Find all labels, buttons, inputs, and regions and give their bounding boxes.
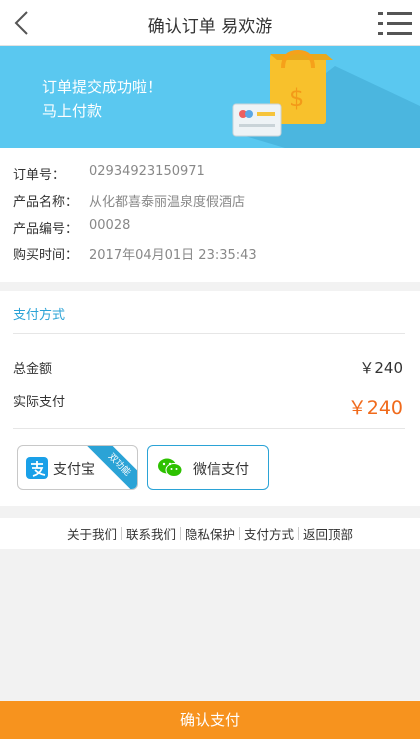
footer-link-payment[interactable]: 支付方式 <box>240 524 298 543</box>
purchase-time-value: 2017年04月01日 23:35:43 <box>89 248 257 263</box>
product-code-row: 产品编号： 00028 <box>13 218 130 238</box>
order-info: 订单号： 02934923150971 产品名称： 从化都喜泰丽温泉度假酒店 产… <box>0 148 420 282</box>
total-amount-label: 总金额 <box>13 362 53 377</box>
product-name-label: 产品名称： <box>13 195 79 210</box>
footer-link-contact[interactable]: 联系我们 <box>122 524 180 543</box>
banner-pay-prompt: 马上付款 <box>42 102 103 120</box>
order-number-value: 02934923150971 <box>89 164 205 179</box>
payment-method-title: 支付方式 <box>13 308 66 323</box>
wechat-pay-label: 微信支付 <box>193 462 249 478</box>
wechat-pay-button[interactable]: 微信支付 <box>147 445 269 490</box>
menu-icon[interactable] <box>378 10 412 38</box>
divider <box>13 333 405 334</box>
alipay-label: 支付宝 <box>53 462 95 478</box>
alipay-button[interactable]: 支付宝 双功能 <box>17 445 138 490</box>
footer-links: 关于我们 联系我们 隐私保护 支付方式 返回顶部 <box>0 518 420 549</box>
page-title: 确认订单 易欢游 <box>147 17 273 37</box>
order-number-label: 订单号： <box>13 168 66 183</box>
purchase-time-row: 购买时间： 2017年04月01日 23:35:43 <box>13 244 257 264</box>
alipay-icon <box>26 457 48 479</box>
payment-section: 支付方式 总金额 ￥240 实际支付 ￥240 支付宝 双功能 微信支付 <box>0 291 420 506</box>
actual-payment-value: ￥240 <box>347 397 403 419</box>
purchase-time-label: 购买时间： <box>13 248 79 263</box>
divider <box>13 428 405 429</box>
product-name-value: 从化都喜泰丽温泉度假酒店 <box>89 195 246 210</box>
top-bar: 确认订单 易欢游 <box>0 0 420 46</box>
total-amount-value: ￥240 <box>359 359 403 377</box>
wechat-icon <box>158 458 182 477</box>
product-name-row: 产品名称： 从化都喜泰丽温泉度假酒店 <box>13 191 245 211</box>
shopping-bag-card-icon: $ <box>232 49 420 148</box>
success-banner: 订单提交成功啦！ 马上付款 $ <box>0 46 420 148</box>
confirm-pay-button[interactable]: 确认支付 <box>0 701 420 739</box>
banner-success-text: 订单提交成功啦！ <box>42 78 163 96</box>
footer-link-about[interactable]: 关于我们 <box>63 524 121 543</box>
footer-link-top[interactable]: 返回顶部 <box>299 524 357 543</box>
actual-payment-label: 实际支付 <box>13 395 66 410</box>
svg-text:$: $ <box>289 84 304 112</box>
footer-link-privacy[interactable]: 隐私保护 <box>181 524 239 543</box>
product-code-label: 产品编号： <box>13 222 79 237</box>
order-number-row: 订单号： 02934923150971 <box>13 164 205 184</box>
product-code-value: 00028 <box>89 218 131 233</box>
